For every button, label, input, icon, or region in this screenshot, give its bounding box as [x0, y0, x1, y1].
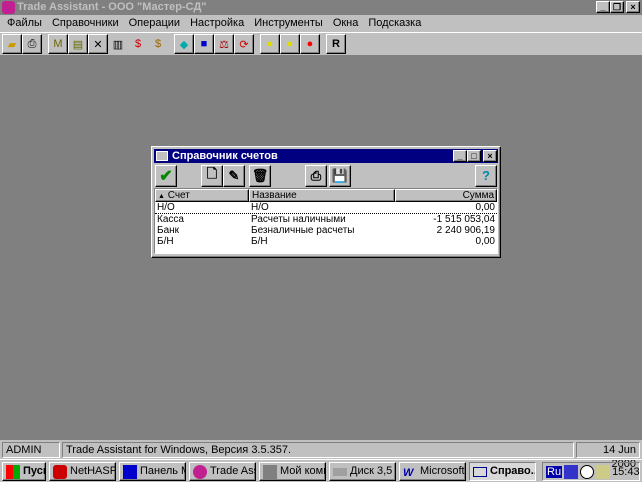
minimize-button[interactable]: _ [596, 1, 610, 13]
table-row[interactable]: Касса Расчеты наличными -1 515 053,04 [155, 214, 497, 225]
system-tray: Ru 15:43 [542, 462, 640, 481]
menu-tools[interactable]: Инструменты [249, 15, 328, 31]
word-icon: W [403, 466, 414, 479]
money-bag-icon[interactable]: $ [148, 34, 168, 54]
task-nethasp[interactable]: NetHASP ... [49, 462, 116, 481]
save-icon[interactable]: 💾 [329, 164, 351, 187]
menu-settings[interactable]: Настройка [185, 15, 249, 31]
accounts-table: ▲ Счет Название Сумма Н/О Н/О 0,00 Касса Ра… [154, 188, 498, 254]
my-computer-icon [263, 464, 277, 479]
tray-clock-icon[interactable] [580, 464, 595, 479]
arrows-both-icon[interactable]: ● [300, 34, 320, 54]
money-m-icon[interactable]: M [48, 34, 68, 54]
tray-app-icon[interactable] [564, 464, 579, 479]
print-icon[interactable]: ⎙ [305, 164, 327, 187]
status-date: 14 Jun 2000 [576, 442, 640, 470]
report-icon[interactable]: R [326, 34, 346, 54]
print-icon[interactable]: ⎙ [22, 34, 42, 54]
scales-icon[interactable]: ⚖ [214, 34, 234, 54]
child-close-button[interactable]: × [483, 150, 497, 162]
new-record-icon[interactable]: 🗋 [201, 164, 223, 187]
task-microsoft-word[interactable]: WMicrosoft ... [399, 462, 466, 481]
clock[interactable]: 15:43 [612, 466, 640, 478]
task-accounts-reference[interactable]: Справо... [469, 462, 536, 481]
app-title: Trade Assistant - ООО "Мастер-СД" [17, 1, 207, 13]
table-row[interactable]: Н/О Н/О 0,00 [155, 202, 497, 214]
menu-files[interactable]: Файлы [2, 15, 47, 31]
accounts-window: Справочник счетов _ □ × ✔ 🗋 ✎ 🗑 ⎙ 💾 ? ▲ … [151, 146, 501, 258]
column-header-sum[interactable]: Сумма [395, 189, 497, 202]
menu-operations[interactable]: Операции [124, 15, 185, 31]
trade-assistant-icon [193, 464, 207, 479]
task-floppy-drive[interactable]: Диск 3,5 (... [329, 462, 396, 481]
cube-icon[interactable]: ■ [194, 34, 214, 54]
money-doc-icon[interactable]: ▤ [68, 34, 88, 54]
window-icon [473, 466, 487, 477]
mdi-workspace: Справочник счетов _ □ × ✔ 🗋 ✎ 🗑 ⎙ 💾 ? ▲ … [0, 55, 642, 440]
child-minimize-button[interactable]: _ [453, 150, 467, 162]
menu-windows[interactable]: Окна [328, 15, 364, 31]
menu-references[interactable]: Справочники [47, 15, 124, 31]
taskbar: Пуск NetHASP ... Панель М... Trade Assi.… [0, 459, 642, 482]
column-header-name[interactable]: Название [249, 189, 395, 202]
app-title-bar: Trade Assistant - ООО "Мастер-СД" _ ❐ × [0, 0, 642, 15]
trash-icon[interactable]: 🗑 [249, 164, 271, 187]
nethasp-icon [53, 464, 67, 479]
task-trade-assistant[interactable]: Trade Assi... [189, 462, 256, 481]
status-user: ADMIN [2, 442, 60, 458]
child-maximize-button[interactable]: □ [467, 150, 481, 162]
app-icon[interactable] [2, 1, 15, 14]
column-header-account[interactable]: ▲ Счет [155, 189, 249, 202]
status-message: Trade Assistant for Windows, Версия 3.5.… [62, 442, 574, 458]
help-icon[interactable]: ? [475, 164, 497, 187]
currency-exchange-icon[interactable]: $ [128, 34, 148, 54]
arrow-left-icon[interactable]: ● [260, 34, 280, 54]
child-title-bar: Справочник счетов _ □ × [154, 149, 498, 163]
child-title: Справочник счетов [172, 150, 278, 162]
edit-record-icon[interactable]: ✎ [223, 164, 245, 187]
restore-button[interactable]: ❐ [610, 1, 624, 13]
money-cross-icon[interactable]: ✕ [88, 34, 108, 54]
checkmark-icon[interactable]: ✔ [155, 164, 177, 187]
table-row[interactable]: Б/Н Б/Н 0,00 [155, 236, 497, 247]
menu-help[interactable]: Подсказка [363, 15, 426, 31]
start-button[interactable]: Пуск [2, 462, 46, 481]
drive-icon [333, 467, 347, 476]
window-icon[interactable] [156, 151, 168, 161]
table-row[interactable]: Банк Безналичные расчеты 2 240 906,19 [155, 225, 497, 236]
task-control-panel[interactable]: Панель М... [119, 462, 186, 481]
barcode-icon[interactable]: ▥ [108, 34, 128, 54]
refresh-icon[interactable]: ⟳ [234, 34, 254, 54]
tray-volume-icon[interactable] [596, 464, 611, 479]
child-toolbar: ✔ 🗋 ✎ 🗑 ⎙ 💾 ? [154, 163, 498, 188]
control-panel-icon [123, 464, 137, 479]
table-header: ▲ Счет Название Сумма [155, 189, 497, 202]
task-my-computer[interactable]: Мой комп... [259, 462, 326, 481]
language-indicator[interactable]: Ru [546, 465, 563, 478]
status-bar: ADMIN Trade Assistant for Windows, Верси… [0, 441, 642, 470]
open-icon[interactable]: ▰ [2, 34, 22, 54]
main-toolbar: ▰ ⎙ M ▤ ✕ ▥ $ $ ◆ ■ ⚖ ⟳ ● ● ● R [0, 32, 642, 54]
arrow-right-icon[interactable]: ● [280, 34, 300, 54]
close-button[interactable]: × [626, 1, 640, 13]
sort-ascending-icon: ▲ [158, 193, 165, 200]
windows-logo-icon [6, 464, 20, 479]
menu-bar: Файлы Справочники Операции Настройка Инс… [0, 15, 642, 31]
card-icon[interactable]: ◆ [174, 34, 194, 54]
